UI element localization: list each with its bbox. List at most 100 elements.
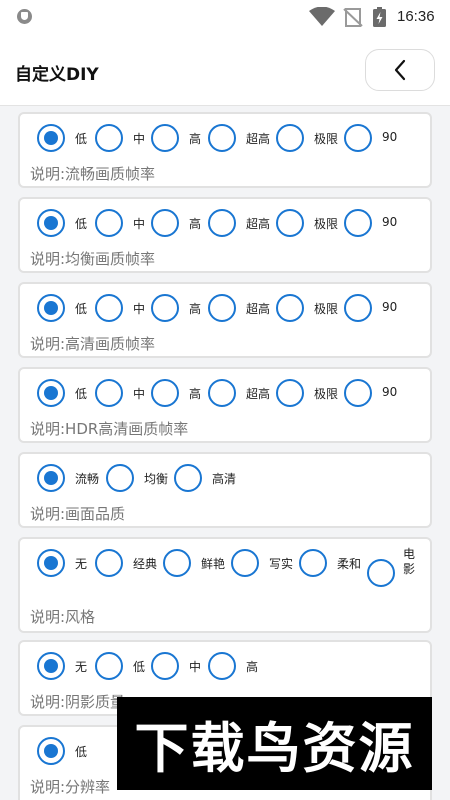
radio-option[interactable]: 低 [37,737,101,771]
radio-checked[interactable] [37,294,65,322]
radio-label: 低 [75,387,88,401]
radio-option[interactable]: 高 [151,209,215,243]
radio-option[interactable]: 90 [344,379,408,413]
radio-option[interactable]: 低 [37,209,101,243]
radio-label: 柔和 [337,557,362,571]
radio-option[interactable]: 高 [151,379,215,413]
radio-unchecked[interactable] [208,209,236,237]
radio-option[interactable]: 极限 [276,379,340,413]
radio-unchecked[interactable] [344,294,372,322]
radio-label: 无 [75,557,88,571]
page-title: 自定义DIY [15,65,99,85]
radio-unchecked[interactable] [95,549,123,577]
radio-option[interactable]: 超高 [208,294,272,328]
radio-checked[interactable] [37,549,65,577]
radio-option[interactable]: 均衡 [106,464,170,498]
radio-option[interactable]: 高 [151,294,215,328]
radio-unchecked[interactable] [95,209,123,237]
radio-label: 经典 [133,557,158,571]
radio-option[interactable]: 高 [208,652,272,686]
radio-option[interactable]: 低 [37,379,101,413]
radio-unchecked[interactable] [344,124,372,152]
radio-label: 低 [75,217,88,231]
radio-unchecked[interactable] [231,549,259,577]
radio-unchecked[interactable] [276,379,304,407]
setting-description: 说明:画面品质 [30,505,126,523]
radio-option[interactable]: 无 [37,549,101,583]
radio-option[interactable]: 低 [95,652,159,686]
radio-option[interactable]: 超高 [208,124,272,158]
radio-label: 90 [382,215,398,229]
radio-option[interactable]: 极限 [276,209,340,243]
setting-card: 低 中 高 超高 极限 90 说明:流畅画质帧率 [18,112,432,188]
radio-checked[interactable] [37,209,65,237]
radio-option[interactable]: 高 [151,124,215,158]
radio-unchecked[interactable] [367,559,395,587]
radio-label: 极限 [314,302,339,316]
radio-unchecked[interactable] [163,549,191,577]
radio-checked[interactable] [37,737,65,765]
radio-option[interactable]: 鲜艳 [163,549,227,583]
radio-option[interactable]: 无 [37,652,101,686]
radio-option[interactable]: 90 [344,124,408,158]
radio-option[interactable]: 电影 [367,547,431,587]
radio-option[interactable]: 中 [95,379,159,413]
radio-checked[interactable] [37,464,65,492]
radio-unchecked[interactable] [151,652,179,680]
shield-icon [17,9,32,24]
radio-label: 90 [382,300,398,314]
status-time: 16:36 [397,8,435,25]
radio-label: 流畅 [75,472,100,486]
back-button[interactable] [365,49,435,91]
radio-unchecked[interactable] [151,124,179,152]
radio-option[interactable]: 中 [95,209,159,243]
radio-unchecked[interactable] [208,294,236,322]
app-header: 自定义DIY [0,34,450,106]
radio-unchecked[interactable] [95,124,123,152]
radio-unchecked[interactable] [106,464,134,492]
radio-unchecked[interactable] [344,379,372,407]
radio-unchecked[interactable] [276,294,304,322]
radio-unchecked[interactable] [299,549,327,577]
radio-option[interactable]: 90 [344,294,408,328]
radio-option[interactable]: 高清 [174,464,238,498]
radio-option[interactable]: 90 [344,209,408,243]
setting-description: 说明:阴影质量 [30,693,126,711]
radio-option[interactable]: 极限 [276,294,340,328]
radio-unchecked[interactable] [174,464,202,492]
radio-option[interactable]: 中 [95,294,159,328]
radio-option[interactable]: 柔和 [299,549,363,583]
status-bar: 16:36 [0,0,450,34]
radio-option[interactable]: 极限 [276,124,340,158]
radio-option[interactable]: 低 [37,294,101,328]
radio-label: 中 [133,132,146,146]
radio-unchecked[interactable] [151,379,179,407]
radio-unchecked[interactable] [151,209,179,237]
radio-unchecked[interactable] [344,209,372,237]
radio-unchecked[interactable] [208,124,236,152]
radio-checked[interactable] [37,379,65,407]
radio-option[interactable]: 经典 [95,549,159,583]
radio-unchecked[interactable] [208,652,236,680]
setting-card: 低 中 高 超高 极限 90 说明:HDR高清画质帧率 [18,367,432,443]
radio-unchecked[interactable] [208,379,236,407]
radio-option[interactable]: 中 [151,652,215,686]
radio-label: 高 [189,132,202,146]
radio-unchecked[interactable] [276,209,304,237]
radio-checked[interactable] [37,652,65,680]
radio-option[interactable]: 流畅 [37,464,101,498]
radio-unchecked[interactable] [95,294,123,322]
radio-unchecked[interactable] [276,124,304,152]
radio-option[interactable]: 写实 [231,549,295,583]
radio-label: 中 [133,217,146,231]
radio-option[interactable]: 低 [37,124,101,158]
radio-unchecked[interactable] [95,379,123,407]
radio-option[interactable]: 超高 [208,209,272,243]
setting-card: 流畅 均衡 高清说明:画面品质 [18,452,432,528]
radio-checked[interactable] [37,124,65,152]
radio-unchecked[interactable] [151,294,179,322]
radio-option[interactable]: 超高 [208,379,272,413]
radio-unchecked[interactable] [95,652,123,680]
radio-label: 超高 [246,302,271,316]
radio-option[interactable]: 中 [95,124,159,158]
